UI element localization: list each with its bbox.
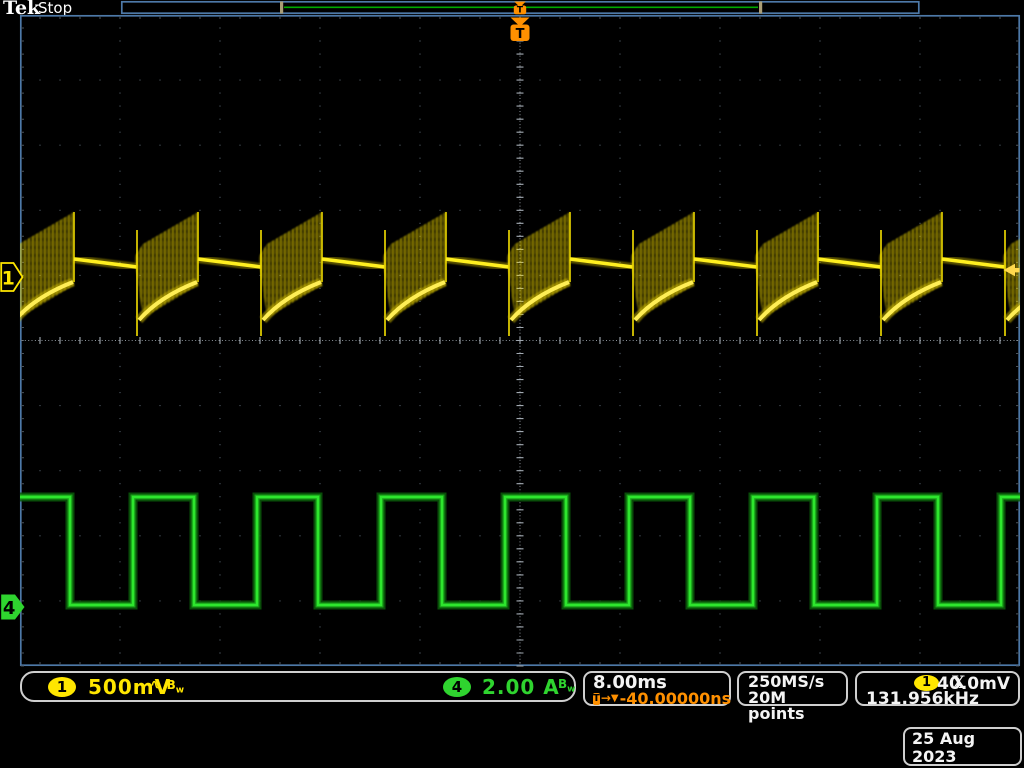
ac-coupling-icon: ∿ <box>150 677 162 693</box>
ch4-reference-marker[interactable]: 4 <box>1 595 24 620</box>
datetime-box: 25 Aug 2023 10:49:33 <box>903 727 1022 766</box>
ch1-coupling-bandwidth-icons: ∿ Bw <box>150 677 184 695</box>
trigger-position-value: -40.00000ns <box>620 691 732 706</box>
arrow-right-icon: → <box>601 691 611 706</box>
record-bar-trigger-marker[interactable]: T <box>514 2 526 16</box>
trigger-t-icon: T <box>593 693 600 705</box>
ch1-reference-marker[interactable]: 1 <box>1 263 22 291</box>
svg-text:1: 1 <box>2 268 15 290</box>
date-label: 25 Aug 2023 <box>912 730 1020 766</box>
record-view-bar[interactable]: T <box>122 2 919 16</box>
record-view-right-bracket[interactable] <box>759 2 762 14</box>
ch4-vertical-scale[interactable]: 2.00 A <box>482 675 560 699</box>
svg-text:T: T <box>517 6 524 16</box>
record-length: 20M points <box>748 690 846 722</box>
bandwidth-limit-icon: Bw <box>167 678 184 692</box>
acquisition-status: Stop <box>38 0 72 17</box>
trigger-marker-icon: ▼ <box>611 691 619 706</box>
record-view-left-bracket[interactable] <box>280 2 283 14</box>
horizontal-readout-box[interactable]: 8.00ms T→▼-40.00000ns <box>583 671 731 706</box>
trigger-frequency: 131.956kHz <box>866 689 979 709</box>
trigger-level-arrow[interactable] <box>1004 264 1020 276</box>
tek-logo: Tek <box>3 0 40 19</box>
trigger-readout-box[interactable]: 1 X 40.0mV 131.956kHz <box>855 671 1020 706</box>
svg-text:4: 4 <box>3 598 16 619</box>
waveform-layer <box>11 212 1024 605</box>
channel-readout-box[interactable]: 1 500mV ∿ Bw 4 2.00 A Bw <box>20 671 576 702</box>
scope-display: T T 1 4 <box>0 0 1024 768</box>
graticule-frame <box>21 16 1019 665</box>
graticule-grid <box>21 16 1019 666</box>
oscilloscope-screen: Tek Stop 1 500mV ∿ Bw 4 2.00 A Bw 8.00ms… <box>0 0 1024 768</box>
ch1-badge[interactable]: 1 <box>48 677 76 697</box>
svg-text:T: T <box>516 27 525 42</box>
ch4-badge[interactable]: 4 <box>443 677 471 697</box>
trigger-position-readout: T→▼-40.00000ns <box>593 691 729 706</box>
acquisition-readout-box[interactable]: 250MS/s 20M points <box>737 671 848 706</box>
bandwidth-limit-icon: Bw <box>558 677 575 694</box>
trigger-position-marker[interactable]: T <box>511 18 530 42</box>
